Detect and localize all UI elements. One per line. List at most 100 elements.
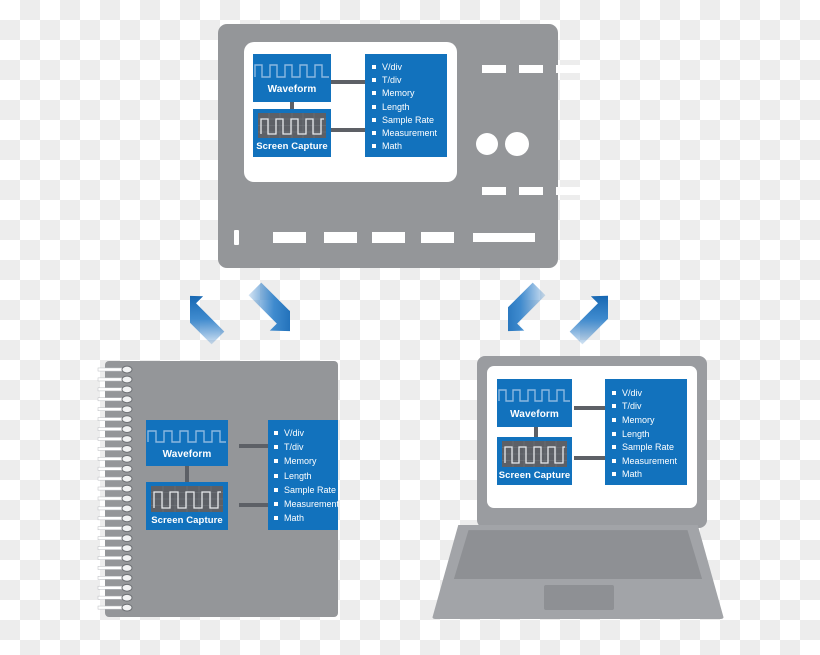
laptop-base: [432, 525, 724, 619]
menu-item-label: Memory: [284, 456, 317, 467]
scope-knob-1[interactable]: [476, 133, 498, 155]
menu-item[interactable]: V/div: [274, 426, 338, 440]
menu-bullet-icon: [612, 472, 616, 477]
menu-item-label: T/div: [382, 74, 402, 85]
menu-item[interactable]: Sample Rate: [274, 483, 338, 497]
scope-top-button-2[interactable]: [519, 65, 543, 73]
scope-front-wide-button[interactable]: [473, 233, 535, 242]
scope-knob-2[interactable]: [505, 132, 529, 156]
screen-capture-panel: [151, 486, 223, 512]
screen-capture-panel: [502, 441, 567, 467]
menu-item[interactable]: Measurement: [274, 497, 340, 511]
scope-bottom-button-2[interactable]: [519, 187, 543, 195]
menu-item-label: Memory: [382, 88, 415, 99]
menu-bullet-icon: [372, 117, 376, 122]
menu-item[interactable]: Length: [372, 100, 447, 113]
menu-item-label: Length: [622, 428, 650, 439]
connector-capture-to-menu: [329, 128, 367, 132]
menu-item[interactable]: Math: [612, 468, 687, 482]
notebook-to-scope-arrows: [190, 278, 290, 350]
menu-item-label: Length: [284, 470, 312, 481]
menu-bullet-icon: [372, 104, 376, 109]
arrow-up: [190, 295, 225, 345]
connector-capture-to-menu: [574, 456, 606, 460]
laptop-keyboard[interactable]: [453, 530, 703, 579]
menu-item[interactable]: Math: [372, 140, 447, 153]
notebook-menu-block: V/div T/div Memory Length Sample Rate Me…: [268, 420, 340, 530]
menu-item[interactable]: T/div: [274, 440, 338, 454]
menu-item[interactable]: Memory: [372, 87, 447, 100]
oscilloscope-device: Waveform Screen Capture V/div T/div Memo…: [218, 24, 580, 268]
menu-item-label: Math: [382, 141, 403, 152]
scope-front-tick[interactable]: [234, 230, 239, 245]
menu-bullet-icon: [612, 431, 616, 436]
connector-capture-to-menu: [239, 503, 269, 507]
menu-item-label: Memory: [622, 414, 655, 425]
laptop-trackpad[interactable]: [544, 585, 614, 610]
menu-item[interactable]: V/div: [372, 60, 447, 73]
menu-item[interactable]: Math: [274, 511, 338, 525]
scope-screen: Waveform Screen Capture V/div T/div Memo…: [244, 42, 457, 182]
diagram-canvas: Waveform Screen Capture V/div T/div Memo…: [0, 0, 820, 655]
screen-capture-block: Screen Capture: [253, 109, 331, 157]
menu-item-label: Sample Rate: [622, 442, 675, 453]
menu-bullet-icon: [274, 473, 278, 478]
menu-bullet-icon: [612, 458, 616, 463]
menu-bullet-icon: [274, 431, 278, 436]
menu-bullet-icon: [274, 502, 278, 507]
menu-item[interactable]: Measurement: [612, 454, 687, 468]
menu-item[interactable]: Length: [274, 469, 338, 483]
waveform-block: Waveform: [497, 379, 572, 427]
laptop-menu-list: V/div T/div Memory Length Sample Rate Me…: [605, 379, 687, 485]
scope-top-button-3[interactable]: [556, 65, 580, 73]
scope-front-button-4[interactable]: [421, 232, 454, 243]
scope-top-button-1[interactable]: [482, 65, 506, 73]
arrow-up: [569, 295, 608, 345]
laptop-screen: Waveform Screen Capture V/div T/div Memo…: [487, 366, 697, 508]
waveform-graphic: [146, 425, 228, 446]
menu-item-label: V/div: [622, 387, 643, 398]
waveform-label: Waveform: [267, 84, 317, 95]
arrow-down: [508, 282, 546, 332]
menu-item[interactable]: Measurement: [372, 126, 447, 139]
spiral-binding: [97, 361, 141, 617]
screen-capture-label: Screen Capture: [256, 141, 328, 152]
scope-to-laptop-arrows: [508, 278, 608, 350]
menu-item-label: Measurement: [622, 455, 678, 466]
menu-item[interactable]: Memory: [612, 413, 687, 427]
menu-bullet-icon: [372, 77, 376, 82]
menu-item[interactable]: T/div: [612, 400, 687, 414]
menu-bullet-icon: [372, 91, 376, 96]
screen-capture-label: Screen Capture: [498, 470, 571, 481]
scope-menu-block: V/div T/div Memory Length Sample Rate Me…: [365, 54, 447, 157]
waveform-block: Waveform: [253, 54, 331, 102]
notebook-menu-list: V/div T/div Memory Length Sample Rate Me…: [268, 420, 340, 530]
scope-front-button-2[interactable]: [324, 232, 357, 243]
menu-item[interactable]: T/div: [372, 73, 447, 86]
menu-item[interactable]: Length: [612, 427, 687, 441]
waveform-label: Waveform: [510, 409, 559, 420]
connector-waveform-to-menu: [574, 406, 606, 410]
arrow-down: [248, 282, 290, 332]
connector-waveform-to-menu: [239, 444, 269, 448]
menu-item-label: Sample Rate: [382, 114, 435, 125]
menu-item[interactable]: Sample Rate: [612, 440, 687, 454]
menu-item-label: Measurement: [382, 128, 438, 139]
scope-front-button-3[interactable]: [372, 232, 405, 243]
menu-item-label: V/div: [284, 428, 305, 439]
menu-bullet-icon: [612, 404, 616, 409]
notebook-device: Waveform Screen Capture V/div T/div Memo…: [97, 361, 340, 617]
menu-bullet-icon: [274, 516, 278, 521]
scope-bottom-button-1[interactable]: [482, 187, 506, 195]
menu-item-label: Length: [382, 101, 410, 112]
waveform-graphic: [253, 59, 331, 81]
menu-bullet-icon: [612, 390, 616, 395]
scope-front-button-1[interactable]: [273, 232, 306, 243]
menu-item-label: Measurement: [284, 499, 340, 510]
menu-bullet-icon: [372, 144, 376, 149]
menu-item[interactable]: Memory: [274, 454, 338, 468]
scope-bottom-button-3[interactable]: [556, 187, 580, 195]
connector-waveform-to-menu: [329, 80, 367, 84]
menu-item[interactable]: V/div: [612, 386, 687, 400]
menu-item[interactable]: Sample Rate: [372, 113, 447, 126]
